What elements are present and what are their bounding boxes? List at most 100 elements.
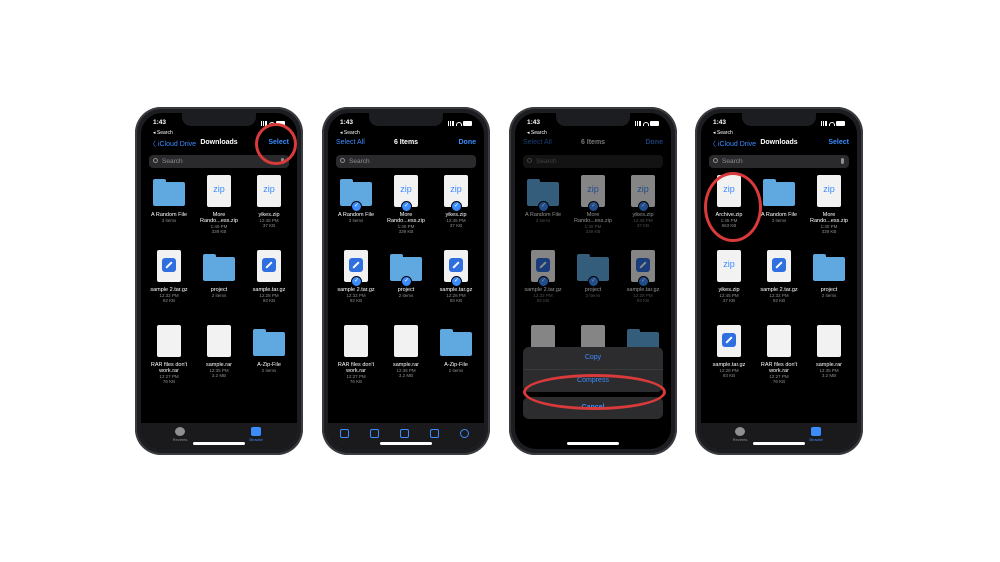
file-size: 76 KB: [349, 379, 363, 384]
file-item[interactable]: sample.tar.gz 12:28 PM 93 KB: [244, 250, 294, 303]
notch: [369, 113, 443, 126]
search-placeholder: Search: [349, 158, 370, 165]
file-item[interactable]: project 2 items: [194, 250, 244, 298]
archive-file-icon: [257, 250, 281, 282]
notch: [742, 113, 816, 126]
home-indicator[interactable]: [567, 442, 619, 445]
wifi-icon: [643, 122, 649, 126]
file-size: 92 KB: [349, 298, 363, 303]
home-indicator[interactable]: [380, 442, 432, 445]
search-field[interactable]: Search: [336, 155, 476, 168]
trash-icon[interactable]: [430, 429, 439, 438]
file-item[interactable]: sample 2.tar.gz 12:32 PM 92 KB: [754, 250, 804, 303]
tab-label: Browse: [809, 437, 823, 442]
duplicate-icon[interactable]: [370, 429, 379, 438]
tab-recents[interactable]: Recents: [165, 427, 195, 442]
file-item[interactable]: ✓ project 2 items: [381, 250, 431, 298]
status-icons: [448, 120, 472, 126]
file-name: RAR files don't work.rar: [150, 362, 188, 374]
file-item[interactable]: A Random File 3 items: [144, 175, 194, 223]
select-button[interactable]: Select: [828, 139, 849, 146]
home-indicator[interactable]: [753, 442, 805, 445]
archive-file-icon: [157, 250, 181, 282]
folder-tab-icon: [811, 427, 821, 436]
search-icon: [527, 158, 532, 163]
tab-bar: Recents Browse: [141, 423, 297, 449]
tab-browse[interactable]: Browse: [241, 427, 271, 442]
more-icon[interactable]: [460, 429, 469, 438]
home-indicator[interactable]: [193, 442, 245, 445]
file-item[interactable]: zip More Rando...ess.zip 1:40 PM 339 KB: [804, 175, 854, 234]
folder-icon: [813, 254, 845, 281]
file-item[interactable]: RAR files don't work.rar 12:27 PM 76 KB: [754, 325, 804, 384]
file-item[interactable]: ✓ A Random File 3 items: [331, 175, 381, 223]
file-item[interactable]: sample.rar 12:35 PM 3.2 MB: [804, 325, 854, 378]
back-to-search-link[interactable]: ◂ Search: [153, 130, 173, 136]
zip-file-icon: zip: [717, 250, 741, 282]
search-icon: [713, 158, 718, 163]
file-size: 92 KB: [772, 298, 786, 303]
file-size: 37 KB: [449, 223, 463, 228]
file-item[interactable]: RAR files don't work.rar 12:27 PM 76 KB: [144, 325, 194, 384]
file-size: 93 KB: [722, 373, 736, 378]
file-size: 37 KB: [722, 298, 736, 303]
navigation-bar: Select All 6 Items Done: [523, 139, 663, 151]
file-size: 37 KB: [262, 223, 276, 228]
back-to-search-link[interactable]: ◂ Search: [713, 130, 733, 136]
file-item[interactable]: A Random File 3 items: [754, 175, 804, 223]
file-item[interactable]: sample 2.tar.gz 12:32 PM 92 KB: [144, 250, 194, 303]
done-button[interactable]: Done: [459, 139, 477, 146]
file-item[interactable]: zip yikes.zip 12:45 PM 37 KB: [704, 250, 754, 303]
file-item: ✓ sample 2.tar.gz 12:32 PM 92 KB: [518, 250, 568, 303]
file-item: ✓ A Random File 3 items: [518, 175, 568, 223]
file-size: 76 KB: [772, 379, 786, 384]
file-item[interactable]: ✓ sample.tar.gz 12:28 PM 93 KB: [431, 250, 481, 303]
file-item: zip ✓ More Rando...ess.zip 1:40 PM 339 KB: [568, 175, 618, 234]
highlight-circle-archive: [704, 172, 762, 242]
back-to-search-link[interactable]: ◂ Search: [527, 130, 547, 136]
status-time: 1:43: [527, 119, 541, 126]
signal-icon: [448, 121, 454, 126]
file-name: RAR files don't work.rar: [337, 362, 375, 374]
file-item[interactable]: zip ✓ More Rando...ess.zip 1:40 PM 339 KB: [381, 175, 431, 234]
battery-icon: [650, 121, 659, 126]
battery-icon: [463, 121, 472, 126]
search-field[interactable]: Search: [709, 155, 849, 168]
file-item[interactable]: A-Zip-File 2 items: [431, 325, 481, 373]
microphone-icon[interactable]: [841, 158, 844, 164]
checkmark-icon: ✓: [588, 201, 599, 212]
file-item[interactable]: zip More Rando...ess.zip 1:40 PM 339 KB: [194, 175, 244, 234]
highlight-circle-compress: [523, 374, 666, 410]
file-item[interactable]: A-Zip-File 2 items: [244, 325, 294, 373]
file-item[interactable]: ✓ sample 2.tar.gz 12:32 PM 92 KB: [331, 250, 381, 303]
checkmark-icon: ✓: [451, 276, 462, 287]
status-time: 1:43: [713, 119, 727, 126]
folder-tab-icon: [251, 427, 261, 436]
back-to-search-link[interactable]: ◂ Search: [340, 130, 360, 136]
file-item[interactable]: zip ✓ yikes.zip 12:45 PM 37 KB: [431, 175, 481, 228]
file-item[interactable]: sample.tar.gz 12:28 PM 93 KB: [704, 325, 754, 378]
share-icon[interactable]: [340, 429, 349, 438]
move-folder-icon[interactable]: [400, 429, 409, 438]
status-icons: [821, 120, 845, 126]
copy-option[interactable]: Copy: [523, 347, 663, 370]
file-item[interactable]: zip yikes.zip 12:45 PM 37 KB: [244, 175, 294, 228]
tab-browse[interactable]: Browse: [801, 427, 831, 442]
file-meta: 2 items: [585, 293, 601, 298]
file-size: 93 KB: [636, 298, 650, 303]
file-meta: 3 items: [161, 218, 177, 223]
file-size: 93 KB: [262, 298, 276, 303]
file-name: More Rando...ess.zip: [574, 212, 612, 224]
file-name: More Rando...ess.zip: [810, 212, 848, 224]
file-item[interactable]: sample.rar 12:35 PM 3.2 MB: [381, 325, 431, 378]
tab-recents[interactable]: Recents: [725, 427, 755, 442]
file-item[interactable]: project 2 items: [804, 250, 854, 298]
document-icon: [344, 325, 368, 357]
file-size: 93 KB: [449, 298, 463, 303]
file-size: 339 KB: [398, 229, 414, 234]
search-field: Search: [523, 155, 663, 168]
file-item[interactable]: sample.rar 12:35 PM 3.2 MB: [194, 325, 244, 378]
file-item[interactable]: RAR files don't work.rar 12:27 PM 76 KB: [331, 325, 381, 384]
highlight-circle-select: [255, 123, 297, 165]
notch: [182, 113, 256, 126]
